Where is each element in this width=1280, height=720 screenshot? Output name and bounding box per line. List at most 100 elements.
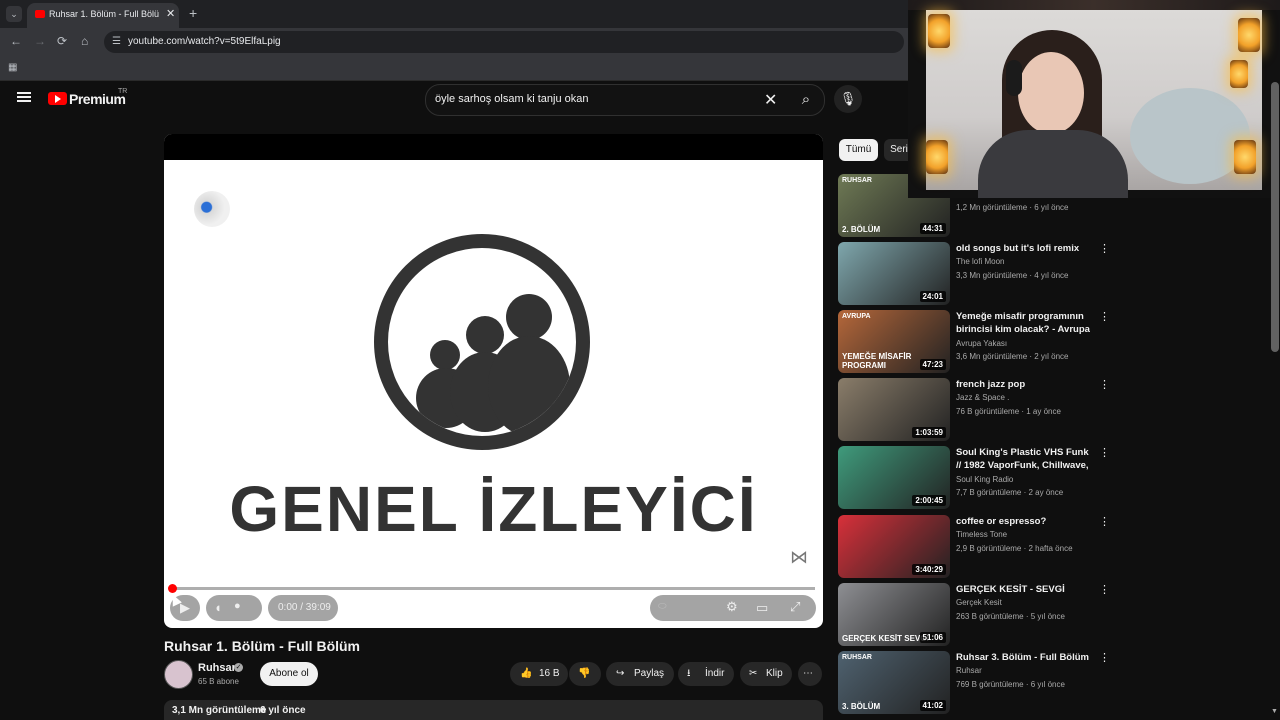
thumbnail-top-label: AVRUPA [842, 313, 871, 320]
scroll-down-arrow-icon[interactable]: ▼ [1271, 708, 1278, 715]
recommendation-channel[interactable]: Timeless Tone [956, 530, 1007, 539]
subscriber-count: 65 B abone [198, 677, 239, 686]
recommendation-meta: 2,9 B görüntüleme · 2 hafta önce [956, 544, 1073, 553]
video-thumbnail[interactable]: 3:40:29 [838, 515, 950, 578]
more-vertical-icon[interactable]: ⋮ [1099, 242, 1110, 255]
youtube-play-icon [55, 95, 61, 103]
new-tab-button[interactable]: + [189, 5, 197, 21]
clip-button[interactable]: ✂ Klip [740, 662, 792, 686]
recommendation-item[interactable]: GERÇEK KESİT SEVGİ 51:06 GERÇEK KESİT - SE… [838, 583, 1110, 647]
video-thumbnail[interactable]: AVRUPA YEMEĞE MİSAFİR PROGRAMI 47:23 [838, 310, 950, 373]
tab-close-icon[interactable]: ✕ [166, 7, 175, 20]
microphone-icon[interactable]: 🎙 [834, 85, 862, 113]
search-query[interactable]: öyle sarhoş olsam ki tanju okan [435, 93, 588, 105]
more-vertical-icon[interactable]: ⋮ [1099, 515, 1110, 528]
more-vertical-icon[interactable]: ⋮ [1099, 310, 1110, 323]
youtube-brand[interactable]: Premium [69, 91, 126, 107]
download-button[interactable]: ⭳ İndir [678, 662, 734, 686]
recommendation-title[interactable]: Ruhsar 3. Bölüm - Full Bölüm [956, 651, 1096, 664]
share-button[interactable]: ↪ Paylaş [606, 662, 674, 686]
video-thumbnail[interactable]: 24:01 [838, 242, 950, 305]
chip-all[interactable]: Tümü [839, 139, 878, 161]
channel-logo-icon [194, 191, 230, 227]
recommendation-title[interactable]: Soul King's Plastic VHS Funk // 1982 Vap… [956, 446, 1096, 473]
like-button[interactable]: 👍 16 B [510, 662, 568, 686]
lantern-icon [1230, 60, 1248, 88]
clip-label: Klip [766, 668, 783, 679]
volume-icon[interactable]: ◖ [214, 600, 222, 615]
thumbnail-label: 3. BÖLÜM [842, 702, 881, 711]
video-duration: 2:00:45 [912, 495, 946, 506]
family-member-large [506, 294, 552, 340]
channel-avatar[interactable] [164, 660, 193, 689]
verified-badge-icon: ✓ [234, 663, 243, 672]
url-text[interactable]: youtube.com/watch?v=5t9ElfaLpig [128, 36, 281, 47]
search-icon[interactable]: ⌕ [792, 86, 820, 114]
recommendation-channel[interactable]: Ruhsar [956, 666, 982, 675]
progress-bar[interactable] [172, 587, 815, 590]
recommendation-item[interactable]: AVRUPA YEMEĞE MİSAFİR PROGRAMI 47:23 Yemeğe… [838, 310, 1110, 374]
thumbnail-top-label: RUHSAR [842, 654, 872, 661]
search-input[interactable]: öyle sarhoş olsam ki tanju okan ✕ [425, 84, 825, 116]
more-vertical-icon[interactable]: ⋮ [1099, 446, 1110, 459]
progress-scrubber[interactable] [168, 584, 177, 593]
dislike-button[interactable]: 👎 [569, 662, 601, 686]
reload-icon[interactable]: ⟳ [57, 34, 67, 48]
apps-grid-icon[interactable]: ▦ [8, 62, 17, 73]
video-duration: 1:03:59 [912, 427, 946, 438]
recommendation-channel[interactable]: Jazz & Space . [956, 393, 1009, 402]
video-thumbnail[interactable]: GERÇEK KESİT SEVGİ 51:06 [838, 583, 950, 646]
video-thumbnail[interactable]: RUHSAR 3. BÖLÜM 41:02 [838, 651, 950, 714]
recommendation-meta: 7,7 B görüntüleme · 2 ay önce [956, 488, 1064, 497]
settings-gear-icon[interactable]: ⚙ [726, 599, 738, 615]
more-vertical-icon[interactable]: ⋮ [1099, 651, 1110, 664]
site-info-icon[interactable]: ☰ [112, 36, 121, 47]
thumbs-up-icon: 👍 [520, 668, 533, 679]
subscribe-button[interactable]: Abone ol [260, 662, 318, 686]
fullscreen-icon[interactable]: ⤢ [790, 599, 800, 615]
recommendation-title[interactable]: Yemeğe misafir programının birincisi kim… [956, 310, 1096, 337]
lantern-icon [1238, 18, 1260, 52]
recommendation-item[interactable]: 2:00:45 Soul King's Plastic VHS Funk // 1… [838, 446, 1110, 510]
more-actions-button[interactable]: ⋯ [798, 662, 822, 686]
recommendation-item[interactable]: RUHSAR 3. BÖLÜM 41:02 Ruhsar 3. Bölüm - Ful… [838, 651, 1110, 715]
recommendation-title[interactable]: french jazz pop [956, 378, 1096, 391]
recommendation-channel[interactable]: Gerçek Kesit [956, 598, 1002, 607]
volume-control[interactable]: ◖ ● [206, 595, 262, 621]
webcam-overlay [908, 0, 1280, 198]
more-vertical-icon[interactable]: ⋮ [1099, 378, 1110, 391]
miniplayer-icon[interactable]: ▭ [756, 600, 768, 616]
video-thumbnail[interactable]: 2:00:45 [838, 446, 950, 509]
clear-search-icon[interactable]: ✕ [764, 90, 777, 110]
more-horizontal-icon: ⋯ [803, 668, 813, 679]
recommendation-channel[interactable]: The lofi Moon [956, 257, 1004, 266]
browser-tab-active[interactable]: Ruhsar 1. Bölüm - Full Bölüm ✕ [27, 3, 179, 28]
streamer-face [1018, 52, 1084, 134]
address-bar[interactable]: ☰ youtube.com/watch?v=5t9ElfaLpig [104, 31, 904, 53]
forward-arrow-icon[interactable]: → [34, 34, 46, 48]
page-scrollbar[interactable] [1271, 82, 1279, 352]
recommendation-item[interactable]: 3:40:29 coffee or espresso? Timeless Tone 2… [838, 515, 1110, 579]
lantern-icon [1234, 140, 1256, 174]
back-arrow-icon[interactable]: ← [10, 34, 22, 48]
home-icon[interactable]: ⌂ [81, 34, 88, 48]
video-thumbnail[interactable]: 1:03:59 [838, 378, 950, 441]
video-duration: 47:23 [919, 359, 946, 370]
tab-search-button[interactable]: ⌄ [6, 6, 22, 22]
more-vertical-icon[interactable]: ⋮ [1099, 583, 1110, 596]
autoplay-toggle[interactable]: ⬭ [658, 601, 667, 612]
recommendation-title[interactable]: coffee or espresso? [956, 515, 1096, 528]
volume-slider[interactable]: ● [234, 600, 241, 612]
recommendation-meta: 3,6 Mn görüntüleme · 2 yıl önce [956, 352, 1069, 361]
channel-name[interactable]: Ruhsar [198, 662, 236, 674]
recommendation-channel[interactable]: Avrupa Yakası [956, 339, 1007, 348]
menu-icon[interactable] [17, 92, 31, 94]
recommendation-title[interactable]: GERÇEK KESİT - SEVGİ [956, 583, 1096, 596]
recommendation-title[interactable]: old songs but it's lofi remix [956, 242, 1096, 255]
recommendation-item[interactable]: 1:03:59 french jazz pop Jazz & Space . 76 B… [838, 378, 1110, 442]
video-player[interactable]: GENEL İZLEYİCİ ⋈ ▶ ◖ ● 0:00 / 39:09 ⬭ ⚙ … [164, 134, 823, 628]
description-box[interactable]: 3,1 Mn görüntüleme 6 yıl önce [164, 700, 823, 720]
recommendation-channel[interactable]: Soul King Radio [956, 475, 1013, 484]
country-code: TR [118, 88, 128, 95]
recommendation-item[interactable]: 24:01 old songs but it's lofi remix The lo… [838, 242, 1110, 306]
